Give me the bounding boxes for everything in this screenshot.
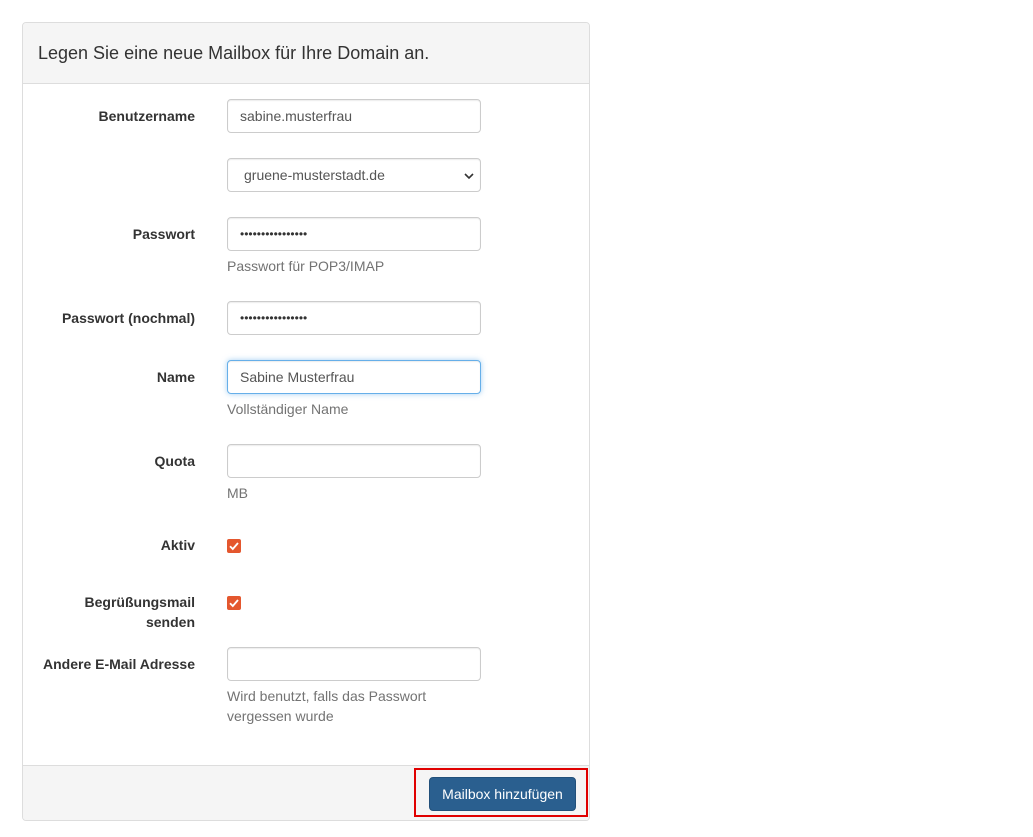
checkmark-icon [229, 542, 239, 551]
username-input[interactable]: sabine.musterfrau [227, 99, 481, 133]
password-repeat-input[interactable]: •••••••••••••••• [227, 301, 481, 335]
quota-input[interactable] [227, 444, 481, 478]
add-mailbox-button[interactable]: Mailbox hinzufügen [429, 777, 576, 811]
welcome-mail-label-line1: Begrüßungsmail [84, 594, 195, 610]
active-label: Aktiv [160, 537, 195, 553]
quota-label: Quota [154, 453, 195, 469]
name-help: Vollständiger Name [227, 401, 349, 417]
welcome-mail-label: Begrüßungsmail senden [85, 592, 195, 632]
other-email-label: Andere E-Mail Adresse [43, 656, 195, 672]
other-email-help-line1: Wird benutzt, falls das Passwort [227, 688, 427, 704]
mailbox-form-panel: Legen Sie eine neue Mailbox für Ihre Dom… [22, 22, 590, 821]
other-email-help-line2: vergessen wurde [227, 708, 334, 724]
password-label: Passwort [132, 226, 195, 242]
checkmark-icon [229, 599, 239, 608]
name-input[interactable]: Sabine Musterfrau [227, 360, 481, 394]
username-label: Benutzername [98, 108, 195, 124]
domain-select[interactable]: gruene-musterstadt.de [227, 158, 481, 192]
other-email-help: Wird benutzt, falls das Passwort vergess… [227, 686, 481, 726]
active-checkbox[interactable] [227, 539, 241, 553]
password-repeat-label: Passwort (nochmal) [61, 310, 195, 326]
other-email-input[interactable] [227, 647, 481, 681]
password-help: Passwort für POP3/IMAP [227, 258, 385, 274]
chevron-down-icon [464, 159, 474, 191]
password-input[interactable]: •••••••••••••••• [227, 217, 481, 251]
welcome-mail-checkbox[interactable] [227, 596, 241, 610]
panel-heading: Legen Sie eine neue Mailbox für Ihre Dom… [23, 23, 589, 84]
quota-help: MB [227, 485, 248, 501]
welcome-mail-label-line2: senden [145, 614, 195, 630]
domain-select-value: gruene-musterstadt.de [244, 167, 385, 183]
name-label: Name [156, 369, 195, 385]
